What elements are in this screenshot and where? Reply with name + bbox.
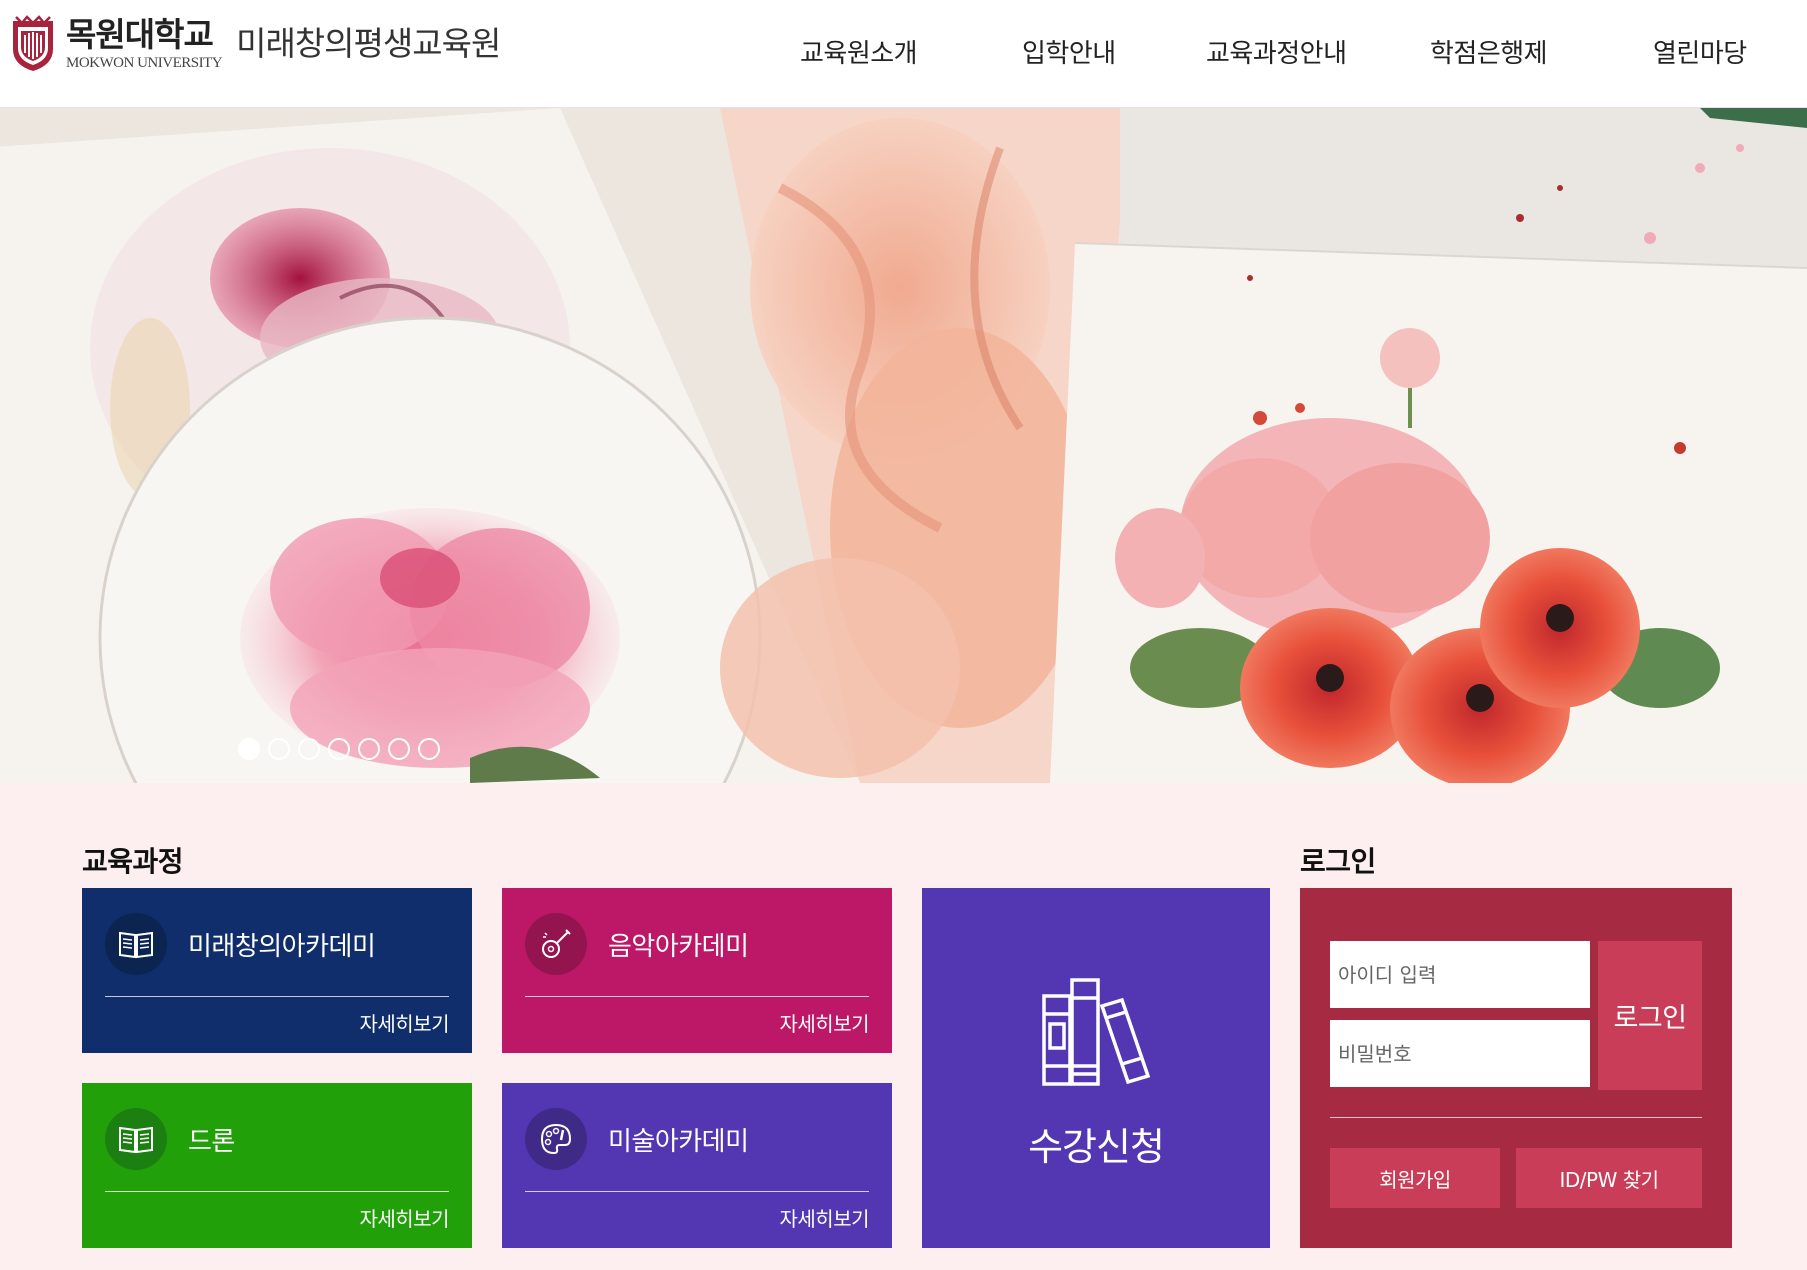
slider-dot-5[interactable] [358,738,380,760]
card-divider [525,996,869,997]
course-card-label: 미술아카데미 [608,1127,749,1157]
card-divider [105,1191,449,1192]
slider-dot-2[interactable] [268,738,290,760]
course-card-music-academy[interactable]: 음악아카데미 자세히보기 [502,888,892,1053]
hero-slider[interactable] [0,108,1807,783]
slider-dot-4[interactable] [328,738,350,760]
course-card-art-academy[interactable]: 미술아카데미 자세히보기 [502,1083,892,1248]
login-title: 로그인 [1300,845,1376,878]
nav-item-community[interactable]: 열린마당 [1653,32,1747,76]
books-icon [1042,978,1151,1086]
login-divider [1330,1117,1702,1118]
login-button[interactable]: 로그인 [1598,941,1702,1090]
user-id-input[interactable] [1330,941,1590,1008]
slider-dot-6[interactable] [388,738,410,760]
more-link[interactable]: 자세히보기 [780,1203,870,1232]
slider-dot-3[interactable] [298,738,320,760]
course-card-label: 미래창의아카데미 [188,932,376,962]
more-link[interactable]: 자세히보기 [360,1203,450,1232]
book-icon [105,1108,167,1170]
nav-item-credit-bank[interactable]: 학점은행제 [1430,32,1548,76]
login-panel: 로그인 회원가입 ID/PW 찾기 [1300,888,1732,1248]
hero-watercolor-image [0,108,1807,783]
courses-title: 교육과정 [82,845,184,878]
more-link[interactable]: 자세히보기 [780,1008,870,1037]
card-divider [525,1191,869,1192]
main-nav: 교육원소개 입학안내 교육과정안내 학점은행제 열린마당 [0,32,1807,76]
palette-icon [525,1108,587,1170]
more-link[interactable]: 자세히보기 [360,1008,450,1037]
course-registration-label: 수강신청 [1028,1125,1165,1169]
course-card-drone[interactable]: 드론 자세히보기 [82,1083,472,1248]
nav-item-curriculum[interactable]: 교육과정안내 [1206,32,1347,76]
guitar-icon [525,913,587,975]
course-card-future-academy[interactable]: 미래창의아카데미 자세히보기 [82,888,472,1053]
card-divider [105,996,449,997]
find-id-pw-button[interactable]: ID/PW 찾기 [1516,1148,1702,1208]
slider-dot-7[interactable] [418,738,440,760]
slider-pagination [238,738,440,760]
course-card-label: 음악아카데미 [608,932,749,962]
book-icon [105,913,167,975]
slider-dot-1[interactable] [238,738,260,760]
nav-item-about[interactable]: 교육원소개 [800,32,918,76]
course-card-label: 드론 [188,1127,235,1157]
password-input[interactable] [1330,1020,1590,1087]
site-header: 목원대학교 MOKWON UNIVERSITY 미래창의평생교육원 교육원소개 … [0,0,1807,108]
signup-button[interactable]: 회원가입 [1330,1148,1500,1208]
nav-item-admission[interactable]: 입학안내 [1022,32,1116,76]
course-registration-button[interactable]: 수강신청 [922,888,1270,1248]
